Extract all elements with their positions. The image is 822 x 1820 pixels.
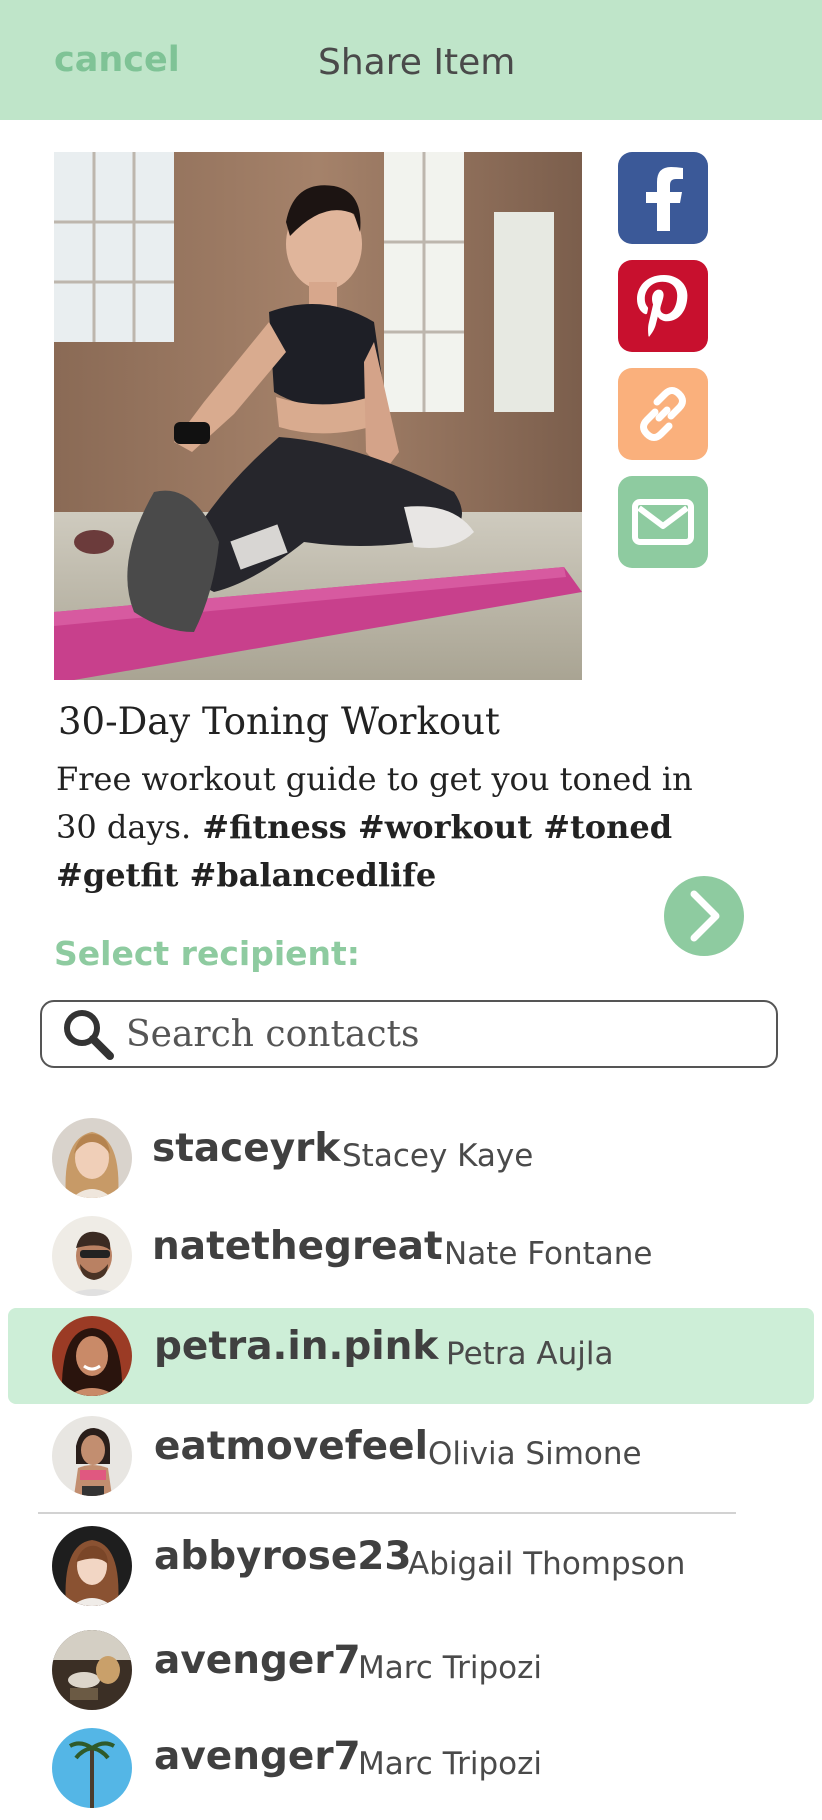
facebook-share-button[interactable]: [618, 152, 708, 244]
avatar: [52, 1526, 132, 1606]
avatar: [52, 1630, 132, 1710]
avatar: [52, 1316, 132, 1396]
header-bar: cancel Share Item: [0, 0, 822, 120]
contact-row-avenger7-2[interactable]: avenger7 Marc Tripozi: [8, 1718, 814, 1814]
contact-row-abbyrose23[interactable]: abbyrose23 Abigail Thompson: [8, 1516, 814, 1612]
next-button[interactable]: [664, 876, 744, 956]
contact-name: Stacey Kaye: [342, 1138, 534, 1174]
contact-handle: eatmovefeel: [154, 1424, 428, 1469]
link-icon: [640, 387, 686, 441]
contact-row-petra-in-pink[interactable]: petra.in.pink Petra Aujla: [8, 1308, 814, 1404]
list-divider: [38, 1512, 736, 1514]
avatar: [52, 1118, 132, 1198]
contact-row-natethegreat[interactable]: natethegreat Nate Fontane: [8, 1202, 814, 1298]
item-description: Free workout guide to get you toned in 3…: [56, 755, 716, 899]
contact-row-avenger7[interactable]: avenger7 Marc Tripozi: [8, 1620, 814, 1716]
contact-handle: natethegreat: [152, 1224, 443, 1269]
contact-handle: petra.in.pink: [154, 1324, 439, 1369]
contact-name: Marc Tripozi: [358, 1746, 542, 1782]
contact-row-eatmovefeel[interactable]: eatmovefeel Olivia Simone: [8, 1404, 814, 1500]
contact-row-staceyrk[interactable]: staceyrk Stacey Kaye: [8, 1104, 814, 1200]
select-recipient-label: Select recipient:: [54, 934, 360, 973]
search-contacts-input[interactable]: [124, 1012, 728, 1056]
facebook-icon: [646, 167, 683, 231]
pinterest-share-button[interactable]: [618, 260, 708, 352]
avatar: [52, 1728, 132, 1808]
pinterest-icon: [637, 275, 688, 337]
item-title: 30-Day Toning Workout: [58, 700, 500, 743]
contact-name: Nate Fontane: [444, 1236, 653, 1272]
item-image: [54, 152, 582, 680]
contact-name: Marc Tripozi: [358, 1650, 542, 1686]
chevron-right-icon: [690, 890, 720, 942]
contact-handle: avenger7: [154, 1734, 361, 1779]
contact-handle: staceyrk: [152, 1126, 341, 1171]
contact-handle: avenger7: [154, 1638, 361, 1683]
search-icon: [64, 1010, 114, 1060]
contact-name: Abigail Thompson: [408, 1546, 686, 1582]
contact-handle: abbyrose23: [154, 1534, 412, 1579]
avatar: [52, 1416, 132, 1496]
search-box: [40, 1000, 778, 1068]
cancel-button[interactable]: cancel: [54, 40, 180, 80]
envelope-icon: [632, 499, 694, 545]
contact-name: Petra Aujla: [446, 1336, 614, 1372]
copy-link-button[interactable]: [618, 368, 708, 460]
contact-name: Olivia Simone: [428, 1436, 642, 1472]
avatar: [52, 1216, 132, 1296]
page-title: Share Item: [318, 42, 516, 83]
email-share-button[interactable]: [618, 476, 708, 568]
